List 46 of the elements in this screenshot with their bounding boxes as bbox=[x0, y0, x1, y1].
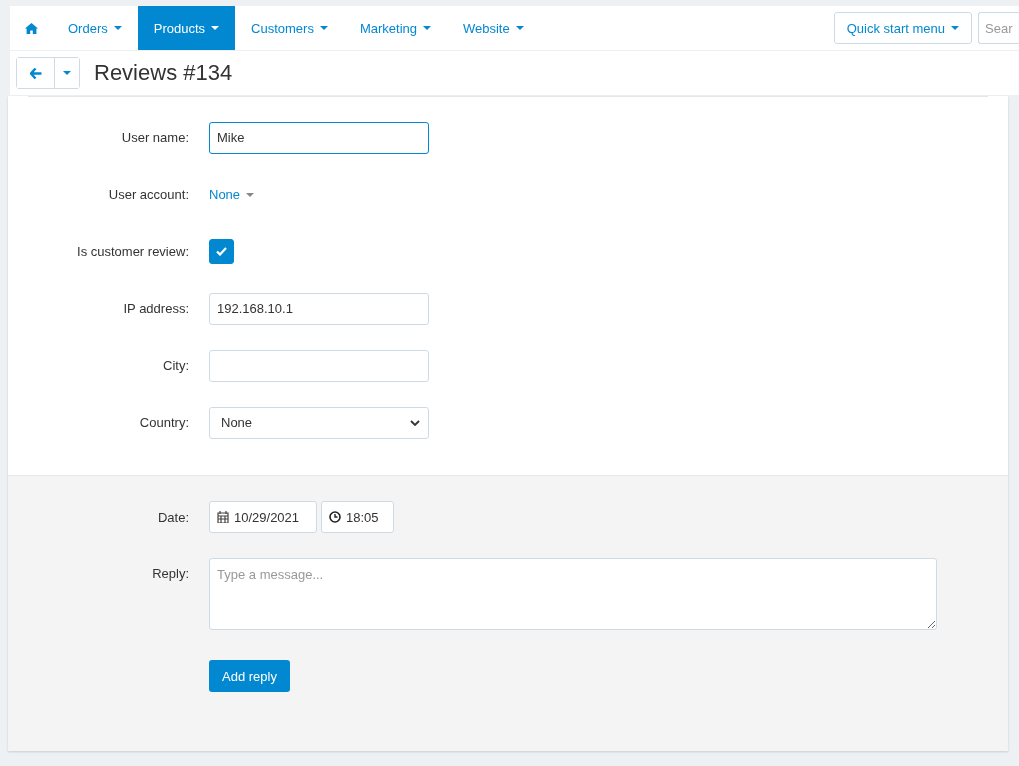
reply-field[interactable]: Type a message... bbox=[209, 558, 937, 630]
time-field[interactable]: 18:05 bbox=[321, 501, 394, 533]
user-account-picker[interactable]: None bbox=[209, 187, 255, 202]
nav-menu-item[interactable]: Orders bbox=[52, 6, 138, 50]
field-label: Is customer review: bbox=[76, 244, 189, 259]
quick-start-menu-button[interactable]: Quick start menu bbox=[833, 12, 972, 44]
field-label: User name: bbox=[120, 130, 189, 145]
checkbox[interactable] bbox=[209, 239, 234, 264]
caret-icon bbox=[246, 192, 255, 197]
nav-label: Marketing bbox=[359, 20, 417, 36]
caret-icon bbox=[211, 26, 220, 30]
field-label: IP address: bbox=[122, 301, 189, 316]
calendar-icon bbox=[217, 511, 229, 523]
caret-icon bbox=[319, 26, 328, 30]
check-icon bbox=[216, 247, 227, 256]
nav-label: Products bbox=[153, 20, 206, 36]
arrow-left-icon bbox=[29, 67, 42, 79]
chevron-down-icon bbox=[410, 419, 420, 426]
add-reply-button[interactable]: Add reply bbox=[209, 660, 290, 692]
search-field[interactable]: Sear bbox=[978, 12, 1019, 44]
field-label: Country: bbox=[138, 415, 189, 430]
caret-icon bbox=[423, 26, 431, 30]
back-button[interactable] bbox=[17, 58, 55, 88]
field-label: Date: bbox=[156, 509, 189, 525]
nav-label: Website bbox=[463, 20, 510, 36]
nav-menu-item[interactable]: Products bbox=[137, 6, 236, 50]
page-title: Reviews #134 bbox=[94, 60, 233, 86]
caret-icon bbox=[515, 26, 524, 30]
nav-menu-item[interactable]: Customers bbox=[235, 6, 344, 50]
field-label: Reply: bbox=[151, 565, 189, 581]
text-field[interactable]: Mike bbox=[209, 121, 429, 154]
nav-label: Orders bbox=[68, 20, 108, 36]
caret-icon bbox=[113, 26, 122, 30]
field-label: User account: bbox=[107, 187, 189, 202]
nav-label: Customers bbox=[251, 20, 314, 36]
nav-menu-item[interactable]: Marketing bbox=[343, 6, 447, 50]
date-field[interactable]: 10/29/2021 bbox=[209, 501, 317, 533]
field-label: City: bbox=[162, 358, 189, 373]
caret-icon bbox=[951, 26, 959, 30]
caret-icon bbox=[63, 71, 71, 75]
text-field[interactable]: 192.168.10.1 bbox=[209, 292, 429, 325]
nav-menu-item[interactable]: Website bbox=[447, 6, 540, 50]
country-select[interactable]: None bbox=[209, 406, 429, 439]
text-field[interactable] bbox=[209, 349, 429, 382]
home-icon bbox=[25, 22, 38, 34]
clock-icon bbox=[329, 511, 341, 523]
